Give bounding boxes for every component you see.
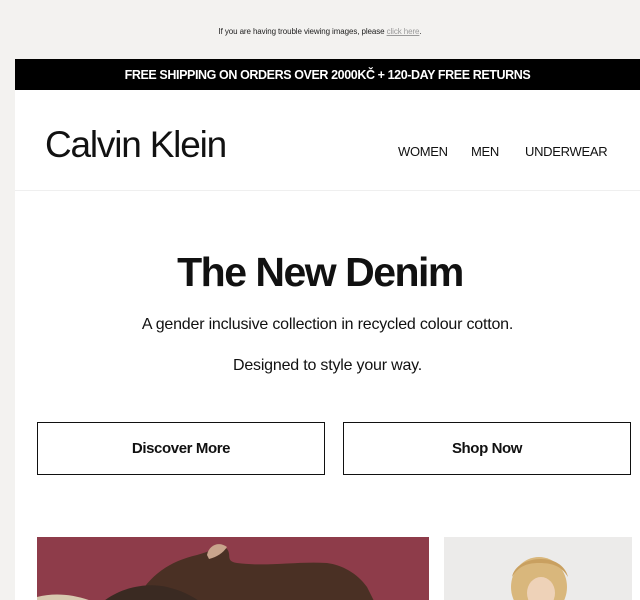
discover-more-button[interactable]: Discover More xyxy=(37,422,325,475)
model-portrait-illustration xyxy=(444,537,632,600)
hero-subtitle-2: Designed to style your way. xyxy=(232,357,423,374)
hero-subtitle: A gender inclusive collection in recycle… xyxy=(141,316,514,333)
nav-women-link[interactable]: WOMEN xyxy=(398,144,448,159)
main-nav: WOMEN MEN UNDERWEAR xyxy=(15,144,640,164)
hero-title: The New Denim xyxy=(177,249,464,295)
denim-campaign-image-right[interactable] xyxy=(444,537,632,600)
shop-now-button[interactable]: Shop Now xyxy=(343,422,631,475)
promo-bar[interactable]: FREE SHIPPING ON ORDERS OVER 2000KČ + 12… xyxy=(15,59,640,90)
nav-underwear-link[interactable]: UNDERWEAR xyxy=(525,144,608,159)
preheader: If you are having trouble viewing images… xyxy=(218,27,422,36)
email-header: Calvin Klein WOMEN MEN UNDERWEAR xyxy=(15,90,640,191)
denim-campaign-image-left[interactable] xyxy=(37,537,429,600)
model-figure-illustration xyxy=(37,537,429,600)
nav-men-link[interactable]: MEN xyxy=(471,144,499,159)
preheader-text: If you are having trouble viewing images… xyxy=(218,27,387,36)
email-body: FREE SHIPPING ON ORDERS OVER 2000KČ + 12… xyxy=(15,59,640,600)
promo-text: FREE SHIPPING ON ORDERS OVER 2000KČ + 12… xyxy=(124,67,531,82)
preheader-click-here-link[interactable]: click here xyxy=(387,27,420,36)
